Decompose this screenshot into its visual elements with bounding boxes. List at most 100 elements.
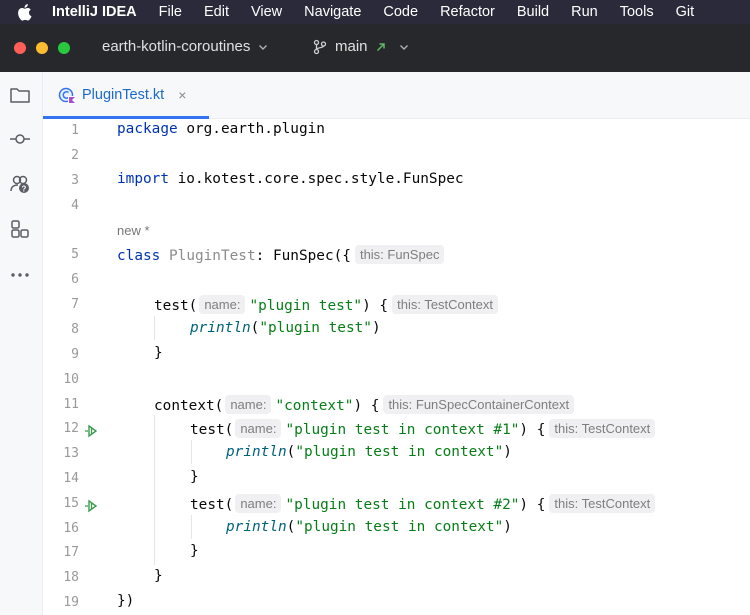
code-text: ) <box>503 444 512 460</box>
chevron-down-icon <box>259 44 268 50</box>
function-call: context( <box>154 398 224 414</box>
inlay-hint: this: FunSpecContainerContext <box>383 395 575 414</box>
kotlin-test-class-icon <box>58 87 76 104</box>
menu-run[interactable]: Run <box>571 4 598 20</box>
parameter-hint: name: <box>235 419 282 438</box>
code-text: } <box>154 568 163 584</box>
run-test-icon[interactable] <box>84 498 100 514</box>
line-number: 1 <box>71 123 79 138</box>
function-call: println <box>226 519 287 535</box>
line-number: 13 <box>63 446 79 461</box>
minimize-window-button[interactable] <box>36 42 48 54</box>
code-line-5: class PluginTest: FunSpec({this: FunSpec <box>117 245 448 264</box>
keyword: package <box>117 121 178 137</box>
commit-icon[interactable] <box>9 128 31 150</box>
code-text: } <box>190 543 199 559</box>
menu-git[interactable]: Git <box>676 4 695 20</box>
menu-app-name[interactable]: IntelliJ IDEA <box>52 4 137 20</box>
push-arrow-icon <box>376 42 385 51</box>
parameter-hint: name: <box>199 295 246 314</box>
code-line-14: } <box>190 469 199 485</box>
line-number: 16 <box>63 521 79 536</box>
code-line-9: } <box>154 345 163 361</box>
macos-menu-bar: IntelliJ IDEA File Edit View Navigate Co… <box>0 0 750 24</box>
menu-tools[interactable]: Tools <box>620 4 654 20</box>
indent-guide <box>154 415 155 565</box>
line-number: 19 <box>63 595 79 610</box>
line-number: 9 <box>71 347 79 362</box>
code-line-7: test(name: "plugin test") {this: TestCont… <box>154 295 502 314</box>
zoom-window-button[interactable] <box>58 42 70 54</box>
code-text: }) <box>117 593 135 609</box>
project-selector[interactable]: earth-kotlin-coroutines <box>102 38 268 55</box>
inlay-hint: this: TestContext <box>549 494 656 513</box>
folder-icon[interactable] <box>9 84 31 106</box>
tab-label: PluginTest.kt <box>82 87 165 103</box>
function-call: test( <box>154 298 198 314</box>
line-number: 12 <box>63 421 79 436</box>
code-editor[interactable]: 1 2 3 4 5 6 7 8 9 10 11 12 13 14 15 16 1… <box>43 119 750 615</box>
code-text: ) { <box>362 298 389 314</box>
keyword: import <box>117 171 169 187</box>
menu-refactor[interactable]: Refactor <box>440 4 495 20</box>
function-call: test( <box>190 497 234 513</box>
function-call: println <box>226 444 287 460</box>
line-number: 8 <box>71 322 79 337</box>
string-literal: "plugin test in context #1" <box>285 422 520 438</box>
code-line-11: context(name: "context") {this: FunSpecCo… <box>154 395 578 414</box>
project-name: earth-kotlin-coroutines <box>102 38 251 55</box>
menu-navigate[interactable]: Navigate <box>304 4 361 20</box>
inlay-hint: this: TestContext <box>392 295 498 314</box>
menu-edit[interactable]: Edit <box>204 4 229 20</box>
inlay-hint: this: TestContext <box>549 419 656 438</box>
chevron-down-icon <box>399 44 408 50</box>
line-number: 15 <box>63 496 79 511</box>
vcs-annotation[interactable]: new * <box>117 223 150 238</box>
branch-icon <box>313 39 327 54</box>
menu-file[interactable]: File <box>159 4 182 20</box>
tool-window-strip: ? <box>0 72 43 615</box>
menu-build[interactable]: Build <box>517 4 549 20</box>
close-tab-icon[interactable]: × <box>178 87 186 103</box>
code-line-18: } <box>154 568 163 584</box>
keyword: class <box>117 248 161 264</box>
line-number: 4 <box>71 198 79 213</box>
line-number: 7 <box>71 297 79 312</box>
string-literal: "plugin test" <box>259 320 372 336</box>
code-line-16: println("plugin test in context") <box>226 519 512 535</box>
line-number: 5 <box>71 247 79 262</box>
indent-guide <box>191 440 192 464</box>
run-test-icon[interactable] <box>84 423 100 439</box>
line-number: 10 <box>63 372 79 387</box>
window-title-bar: earth-kotlin-coroutines main <box>0 24 750 72</box>
code-text: ) { <box>353 398 380 414</box>
line-number: 14 <box>63 471 79 486</box>
string-literal: "plugin test in context" <box>295 519 504 535</box>
parameter-hint: name: <box>235 494 282 513</box>
string-literal: "plugin test in context" <box>295 444 504 460</box>
apple-icon[interactable] <box>14 2 34 22</box>
menu-view[interactable]: View <box>251 4 282 20</box>
code-line-13: println("plugin test in context") <box>226 444 512 460</box>
structure-icon[interactable] <box>9 218 31 240</box>
menu-code[interactable]: Code <box>383 4 418 20</box>
code-line-12: test(name: "plugin test in context #1") {… <box>190 419 659 438</box>
code-line-19: }) <box>117 593 134 609</box>
branch-selector[interactable]: main <box>312 38 409 55</box>
people-help-icon[interactable]: ? <box>9 173 31 195</box>
function-call: println <box>190 320 251 336</box>
tab-plugintest-kt[interactable]: PluginTest.kt × <box>43 72 209 119</box>
branch-name: main <box>335 38 368 55</box>
code-line-17: } <box>190 543 199 559</box>
close-window-button[interactable] <box>14 42 26 54</box>
code-line-1: package org.earth.plugin <box>117 121 325 137</box>
code-text: } <box>190 469 199 485</box>
code-text: ) <box>503 519 512 535</box>
indent-guide <box>154 316 155 340</box>
code-line-15: test(name: "plugin test in context #2") {… <box>190 494 659 513</box>
line-number: 11 <box>63 397 79 412</box>
parameter-hint: name: <box>225 395 272 414</box>
line-number: 6 <box>71 272 79 287</box>
more-icon[interactable] <box>9 264 31 286</box>
code-text: ) { <box>519 422 546 438</box>
